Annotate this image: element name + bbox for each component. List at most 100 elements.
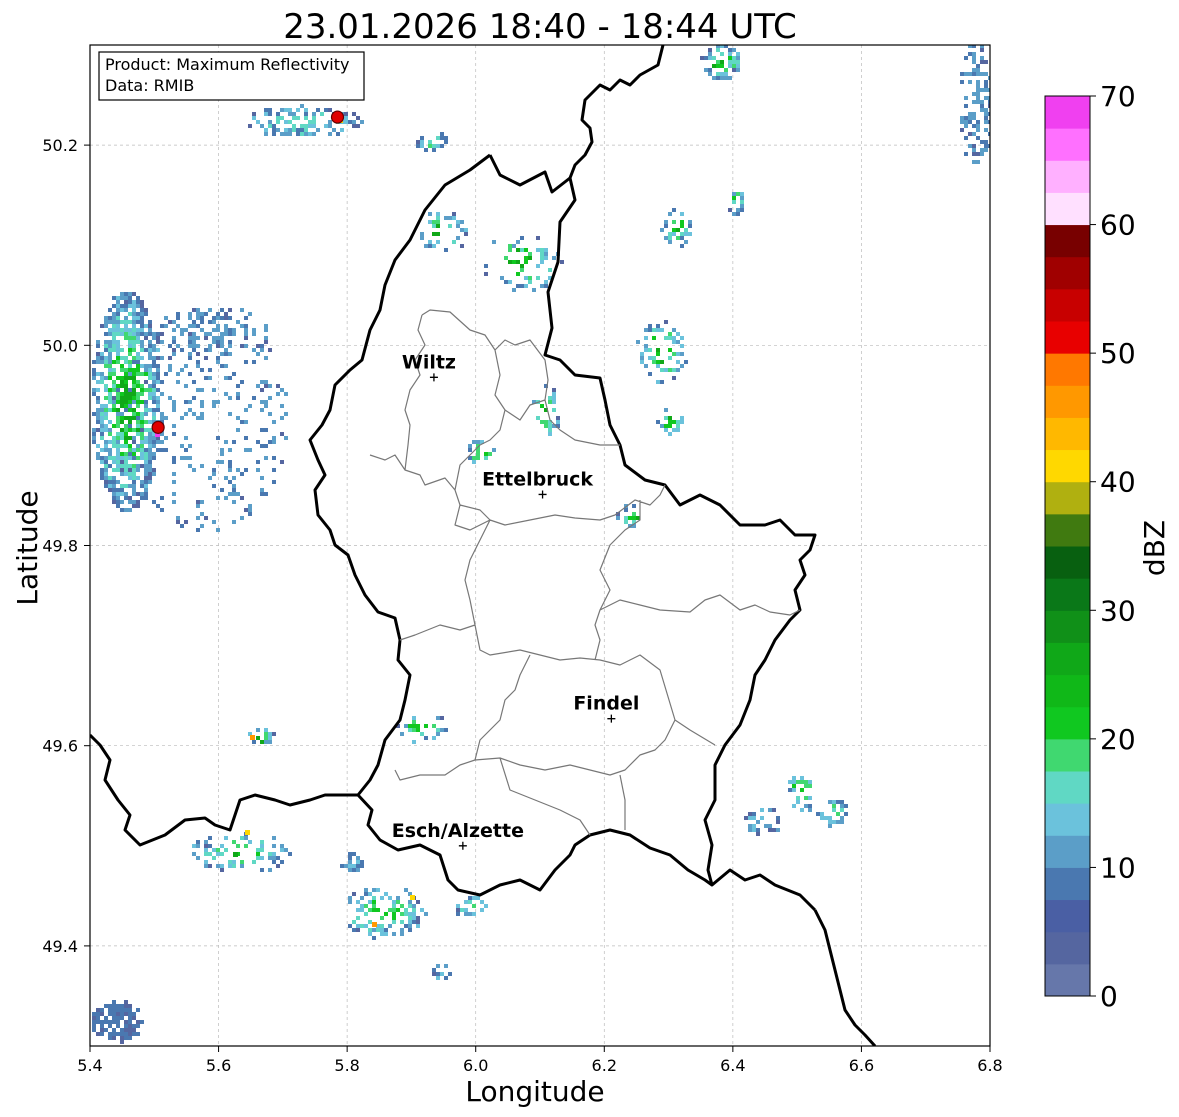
echo-pixel [120,304,124,308]
echo-pixel [148,320,152,324]
echo-pixel [392,916,396,920]
echo-pixel [228,448,232,452]
x-tick-label: 6.4 [720,1056,745,1075]
echo-pixel [156,336,160,340]
echo-pixel [260,348,264,352]
echo-pixel [124,1024,128,1028]
echo-pixel [672,208,676,212]
echo-pixel [256,852,260,856]
echo-pixel [296,132,300,136]
colorbar-ticks: 010203040506070 [1090,80,1136,1013]
echo-pixel [212,316,216,320]
echo-pixel [100,468,104,472]
echo-pixel [260,488,264,492]
echo-pixel [148,328,152,332]
echo-pixel [344,120,348,124]
echo-pixel [196,844,200,848]
echo-pixel [96,400,100,404]
echo-pixel [236,320,240,324]
echo-pixel [228,316,232,320]
echo-pixel [412,728,416,732]
echo-pixel [968,116,972,120]
echo-pixel [136,372,140,376]
echo-pixel [680,336,684,340]
echo-pixel [104,1016,108,1020]
echo-pixel [280,404,284,408]
echo-pixel [240,344,244,348]
echo-pixel [284,392,288,396]
echo-pixel [668,416,672,420]
echo-pixel [984,140,988,144]
echo-pixel [272,456,276,460]
echo-pixel [108,448,112,452]
echo-pixel [120,292,124,296]
echo-pixel [136,432,140,436]
echo-pixel [260,856,264,860]
echo-pixel [276,116,280,120]
echo-pixel [264,456,268,460]
echo-pixel [220,340,224,344]
echo-pixel [648,328,652,332]
echo-pixel [132,456,136,460]
echo-pixel [208,344,212,348]
echo-pixel [132,292,136,296]
echo-pixel [128,1004,132,1008]
echo-pixel [132,304,136,308]
echo-pixel [112,440,116,444]
echo-pixel [984,108,988,112]
echo-pixel [740,208,744,212]
echo-pixel [260,476,264,480]
echo-pixel [960,120,964,124]
echo-pixel [104,384,108,388]
echo-pixel [96,444,100,448]
echo-pixel [648,356,652,360]
echo-pixel [548,432,552,436]
echo-pixel [240,496,244,500]
echo-pixel [188,372,192,376]
storm-cell-marker [330,110,345,124]
echo-pixel [712,76,716,80]
echo-pixel [252,332,256,336]
echo-pixel [192,844,196,848]
echo-pixel [196,316,200,320]
echo-pixel [144,308,148,312]
echo-pixel [244,332,248,336]
echo-pixel [976,68,980,72]
echo-pixel [968,144,972,148]
echo-pixel [244,436,248,440]
echo-pixel [108,1012,112,1016]
echo-pixel [120,1012,124,1016]
echo-pixel [152,472,156,476]
echo-pixel [140,372,144,376]
echo-pixel [220,868,224,872]
echo-pixel [164,372,168,376]
echo-pixel [652,328,656,332]
echo-pixel [276,112,280,116]
echo-pixel [120,332,124,336]
echo-pixel [136,448,140,452]
echo-pixel [344,864,348,868]
echo-pixel [268,736,272,740]
echo-pixel [156,380,160,384]
echo-pixel [200,368,204,372]
echo-pixel [144,472,148,476]
echo-pixel [124,396,128,400]
echo-pixel [260,408,264,412]
echo-pixel [444,216,448,220]
echo-pixel [132,388,136,392]
echo-pixel [416,140,420,144]
echo-pixel [132,440,136,444]
echo-pixel [200,400,204,404]
echo-pixel [288,132,292,136]
echo-pixel [128,320,132,324]
echo-pixel [108,320,112,324]
echo-pixel [116,440,120,444]
echo-pixel [196,324,200,328]
echo-pixel [164,316,168,320]
echo-pixel [676,424,680,428]
echo-pixel [128,476,132,480]
echo-pixel [208,864,212,868]
echo-pixel [124,492,128,496]
echo-pixel [96,356,100,360]
echo-pixel [444,976,448,980]
